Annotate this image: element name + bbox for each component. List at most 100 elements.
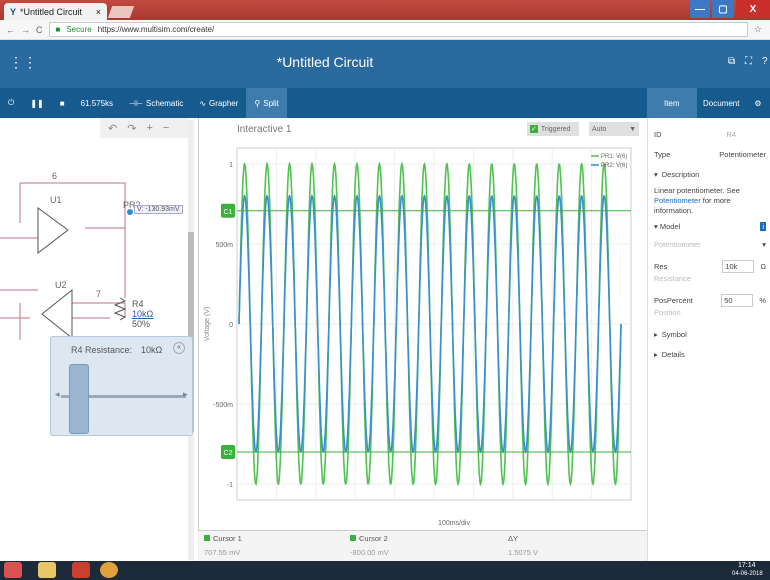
schematic-label: Schematic [145, 98, 184, 108]
browser-tab[interactable]: Y *Untitled Circuit × [4, 3, 107, 20]
start-button-icon[interactable] [4, 562, 22, 578]
pos-label: PosPercent [654, 296, 693, 305]
details-header: Details [661, 350, 685, 359]
pos-sub: Position [654, 308, 681, 317]
symbol-section-toggle[interactable]: ▸ Symbol [654, 330, 766, 339]
url-text: https://www.multisim.com/create/ [97, 25, 215, 34]
share-icon[interactable]: ⧉ [728, 56, 735, 67]
close-window-button[interactable]: X [736, 0, 770, 18]
u2-label[interactable]: U2 [55, 280, 67, 290]
cursor-bar: Cursor 1 707.55 mV Cursor 2 -800.00 mV Δ… [198, 530, 647, 561]
settings-gear-icon[interactable]: ⚙ [746, 88, 770, 118]
res-sub: Resistance [654, 274, 692, 283]
r4-value[interactable]: 10kΩ [132, 309, 153, 319]
grapher-icon: ∿ [199, 98, 207, 108]
y-tick-label: 1 [229, 162, 233, 169]
page-title: *Untitled Circuit [276, 54, 374, 70]
net-label-6: 6 [52, 171, 58, 181]
cursor-marker-label-1: C1 [224, 209, 233, 216]
back-icon[interactable]: ← [6, 25, 15, 35]
app-header: ⋮⋮ *Untitled Circuit ⧉ ⛶ ? [0, 40, 770, 88]
lock-icon: ■ [55, 25, 61, 34]
slider-right-icon[interactable]: ▸ [183, 389, 188, 400]
slider-left-icon[interactable]: ◂ [55, 389, 60, 400]
res-label: Res [654, 262, 668, 271]
model-section-toggle[interactable]: ▾ Model i [654, 222, 766, 231]
split-label: Split [263, 98, 279, 108]
bookmark-star-icon[interactable]: ☆ [754, 24, 770, 35]
grapher-pane: Interactive 1 ✓ Triggered Auto ▼ 1 500m 0-… [198, 118, 647, 561]
description-section-toggle[interactable]: ▾ Description [654, 170, 766, 179]
pos-unit: % [759, 296, 766, 305]
waveform-plot: 1 500m 0 -500m -1 Voltage (V) 100ms/div C1 C2 PR1… [204, 147, 632, 527]
resistance-popup: R4 Resistance: 10kΩ « ◂ ▸ [50, 336, 193, 436]
chevron-right-icon: ▸ [654, 330, 658, 339]
cursor2-label: Cursor 2 [359, 534, 388, 543]
id-value: R4 [726, 130, 736, 139]
model-info-icon[interactable]: i [760, 222, 766, 231]
opamp-u2 [41, 288, 73, 340]
potentiometer-link[interactable]: Potentiometer [654, 196, 701, 205]
popup-close-icon[interactable]: « [173, 342, 185, 354]
new-tab-button[interactable] [107, 6, 135, 18]
net-label-7: 7 [96, 289, 102, 299]
model-header: Model [659, 222, 681, 231]
power-button[interactable]: ⏻ [0, 88, 22, 118]
details-section-toggle[interactable]: ▸ Details [654, 350, 766, 359]
reload-icon[interactable]: C [36, 25, 43, 35]
y-tick-label: 0 [229, 322, 233, 329]
legend-label: PR1: V(6) [601, 154, 627, 160]
grapher-tab[interactable]: ∿ Grapher [191, 88, 246, 118]
document-tab[interactable]: Document [697, 88, 747, 118]
id-label: ID [654, 130, 662, 139]
tab-close-icon[interactable]: × [96, 7, 101, 17]
cursor1-label: Cursor 1 [213, 534, 242, 543]
popup-value: 10kΩ [141, 345, 163, 355]
help-icon[interactable]: ? [762, 56, 768, 67]
cursor2-swatch [350, 535, 356, 541]
schematic-icon: ⊣⊢ [129, 98, 143, 108]
minimize-button[interactable]: — [690, 0, 710, 18]
r4-name[interactable]: R4 [132, 299, 144, 309]
tab-title: *Untitled Circuit [20, 6, 83, 17]
grapher-label: Grapher [209, 98, 239, 108]
res-input[interactable]: 10k [722, 260, 755, 273]
slider-thumb[interactable] [69, 364, 89, 434]
fullscreen-icon[interactable]: ⛶ [745, 56, 752, 67]
y-tick-label: -500m [213, 402, 233, 409]
secure-label: Secure [66, 25, 92, 34]
description-text: Linear potentiometer. See [654, 186, 740, 195]
probe-value: V: -130.93mV [134, 205, 183, 214]
popup-title: R4 Resistance: [71, 345, 133, 355]
address-bar: ← → C ■ Secure https://www.multisim.com/… [0, 20, 770, 40]
stop-button[interactable]: ■ [52, 88, 73, 118]
panel-tabs: Item Document ⚙ [647, 88, 770, 118]
schematic-tab[interactable]: ⊣⊢ Schematic [121, 88, 191, 118]
forward-icon[interactable]: → [21, 25, 30, 35]
multisim-logo-icon: Y [10, 6, 17, 17]
item-tab[interactable]: Item [647, 88, 697, 118]
stop-icon: ■ [59, 98, 65, 108]
pause-icon: ❚❚ [30, 98, 44, 108]
browser-titlebar: Y *Untitled Circuit × — ▢ X [0, 0, 770, 20]
model-value: Potentiometer [654, 240, 701, 249]
pause-button[interactable]: ❚❚ [22, 88, 51, 118]
y-tick-label: 500m [215, 242, 233, 249]
cursor2-value: -800.00 mV [350, 548, 389, 557]
chevron-down-icon: ▾ [654, 222, 658, 231]
opamp-u1 [37, 207, 69, 255]
split-tab[interactable]: ⚲ Split [246, 88, 287, 118]
x-div-label: 100ms/div [438, 520, 470, 527]
chrome-icon[interactable] [100, 562, 118, 578]
delta-y-value: 1.5075 V [508, 548, 539, 557]
chevron-right-icon: ▸ [654, 350, 658, 359]
file-explorer-icon[interactable] [38, 562, 56, 578]
url-field[interactable]: ■ Secure https://www.multisim.com/create… [48, 22, 748, 37]
maximize-button[interactable]: ▢ [712, 0, 734, 18]
pos-input[interactable]: 50 [721, 294, 754, 307]
model-select[interactable]: Potentiometer ▾ [654, 240, 766, 249]
powerpoint-icon[interactable] [72, 562, 90, 578]
delta-y-label: ΔY [508, 534, 519, 543]
split-icon: ⚲ [254, 98, 261, 108]
u1-label[interactable]: U1 [50, 195, 62, 205]
